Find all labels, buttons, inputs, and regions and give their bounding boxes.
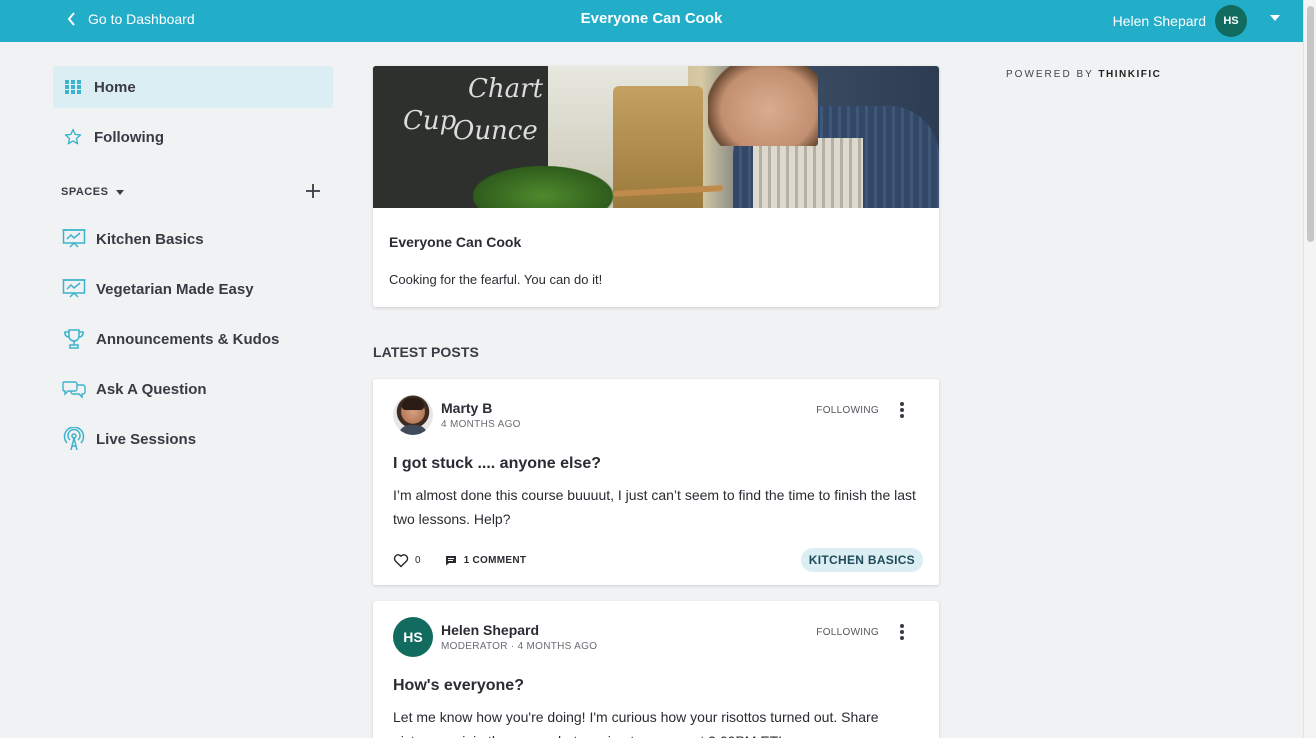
- community-banner-image: Cup Ounce Chart: [373, 66, 939, 208]
- following-toggle[interactable]: FOLLOWING: [816, 405, 879, 416]
- user-avatar[interactable]: HS: [1215, 5, 1247, 37]
- space-ask-a-question[interactable]: Ask A Question: [53, 368, 333, 410]
- community-title: Everyone Can Cook: [580, 10, 723, 27]
- post-timestamp: MODERATOR · 4 MONTHS AGO: [441, 641, 598, 652]
- scrollbar-thumb[interactable]: [1307, 6, 1314, 242]
- spaces-header: SPACES: [53, 174, 333, 210]
- post-author[interactable]: Marty B: [441, 400, 521, 416]
- author-avatar[interactable]: [393, 395, 433, 435]
- community-card-title: Everyone Can Cook: [389, 234, 522, 250]
- nav-following[interactable]: Following: [53, 116, 333, 158]
- space-announcements-kudos[interactable]: Announcements & Kudos: [53, 318, 333, 360]
- space-tag[interactable]: KITCHEN BASICS: [800, 548, 923, 572]
- spaces-caret-icon[interactable]: [116, 189, 125, 195]
- presentation-icon: [62, 228, 86, 250]
- space-vegetarian-made-easy[interactable]: Vegetarian Made Easy: [53, 268, 333, 310]
- thinkific-logo: THINKIFIC: [1098, 69, 1162, 80]
- presentation-icon: [62, 278, 86, 300]
- page-scrollbar[interactable]: [1303, 0, 1316, 738]
- main-feed: Cup Ounce Chart Everyone Can Cook Cooking …: [373, 66, 939, 738]
- following-toggle[interactable]: FOLLOWING: [816, 627, 879, 638]
- more-options-icon[interactable]: [895, 624, 909, 640]
- user-name: Helen Shepard: [1112, 13, 1206, 29]
- top-bar: Go to Dashboard Everyone Can Cook Helen …: [0, 0, 1303, 42]
- space-kitchen-basics[interactable]: Kitchen Basics: [53, 218, 333, 260]
- comment-count: 1 COMMENT: [463, 554, 527, 566]
- sidebar: Home Following SPACES Kitchen Basics Veg…: [53, 66, 333, 468]
- like-count: 0: [415, 554, 421, 566]
- community-header-card: Cup Ounce Chart Everyone Can Cook Cooking …: [373, 66, 939, 307]
- trophy-icon: [62, 328, 86, 350]
- latest-posts-heading: LATEST POSTS: [373, 344, 479, 360]
- comment-icon: [445, 555, 456, 565]
- post-title[interactable]: I got stuck .... anyone else?: [393, 455, 919, 473]
- heart-icon: [393, 553, 409, 567]
- chat-bubbles-icon: [62, 378, 86, 400]
- post-card[interactable]: Marty B 4 MONTHS AGO FOLLOWING I got stu…: [373, 379, 939, 585]
- user-menu-caret-icon[interactable]: [1270, 15, 1280, 21]
- user-menu[interactable]: Helen Shepard HS: [1113, 5, 1247, 37]
- nav-home-label: Home: [94, 78, 136, 96]
- post-title[interactable]: How's everyone?: [393, 677, 919, 695]
- post-body: Let me know how you're doing! I'm curiou…: [393, 709, 879, 738]
- powered-by-thinkific[interactable]: POWERED BY THINKIFIC: [1006, 69, 1161, 80]
- post-body: I’m almost done this course buuuut, I ju…: [393, 487, 916, 527]
- star-icon: [64, 128, 82, 146]
- more-options-icon[interactable]: [895, 402, 909, 418]
- nav-following-label: Following: [94, 128, 164, 146]
- space-ask-a-question-label: Ask A Question: [96, 380, 207, 398]
- space-announcements-kudos-label: Announcements & Kudos: [96, 330, 280, 348]
- powered-by-prefix: POWERED BY: [1006, 69, 1094, 80]
- post-timestamp: 4 MONTHS AGO: [441, 419, 521, 430]
- comments-button[interactable]: 1 COMMENT: [445, 555, 527, 566]
- space-live-sessions-label: Live Sessions: [96, 430, 197, 448]
- space-kitchen-basics-label: Kitchen Basics: [96, 230, 204, 248]
- space-live-sessions[interactable]: Live Sessions: [53, 418, 333, 460]
- spaces-label: SPACES: [61, 186, 109, 198]
- like-button[interactable]: 0: [393, 553, 421, 568]
- post-card[interactable]: HS Helen Shepard MODERATOR · 4 MONTHS AG…: [373, 601, 939, 738]
- space-vegetarian-made-easy-label: Vegetarian Made Easy: [96, 280, 254, 298]
- post-author[interactable]: Helen Shepard: [441, 622, 597, 638]
- add-space-icon[interactable]: [305, 183, 321, 199]
- author-avatar[interactable]: HS: [393, 617, 433, 657]
- broadcast-icon: [62, 427, 86, 451]
- nav-home[interactable]: Home: [53, 66, 333, 108]
- grid-icon: [64, 78, 82, 96]
- community-description: Cooking for the fearful. You can do it!: [389, 272, 603, 287]
